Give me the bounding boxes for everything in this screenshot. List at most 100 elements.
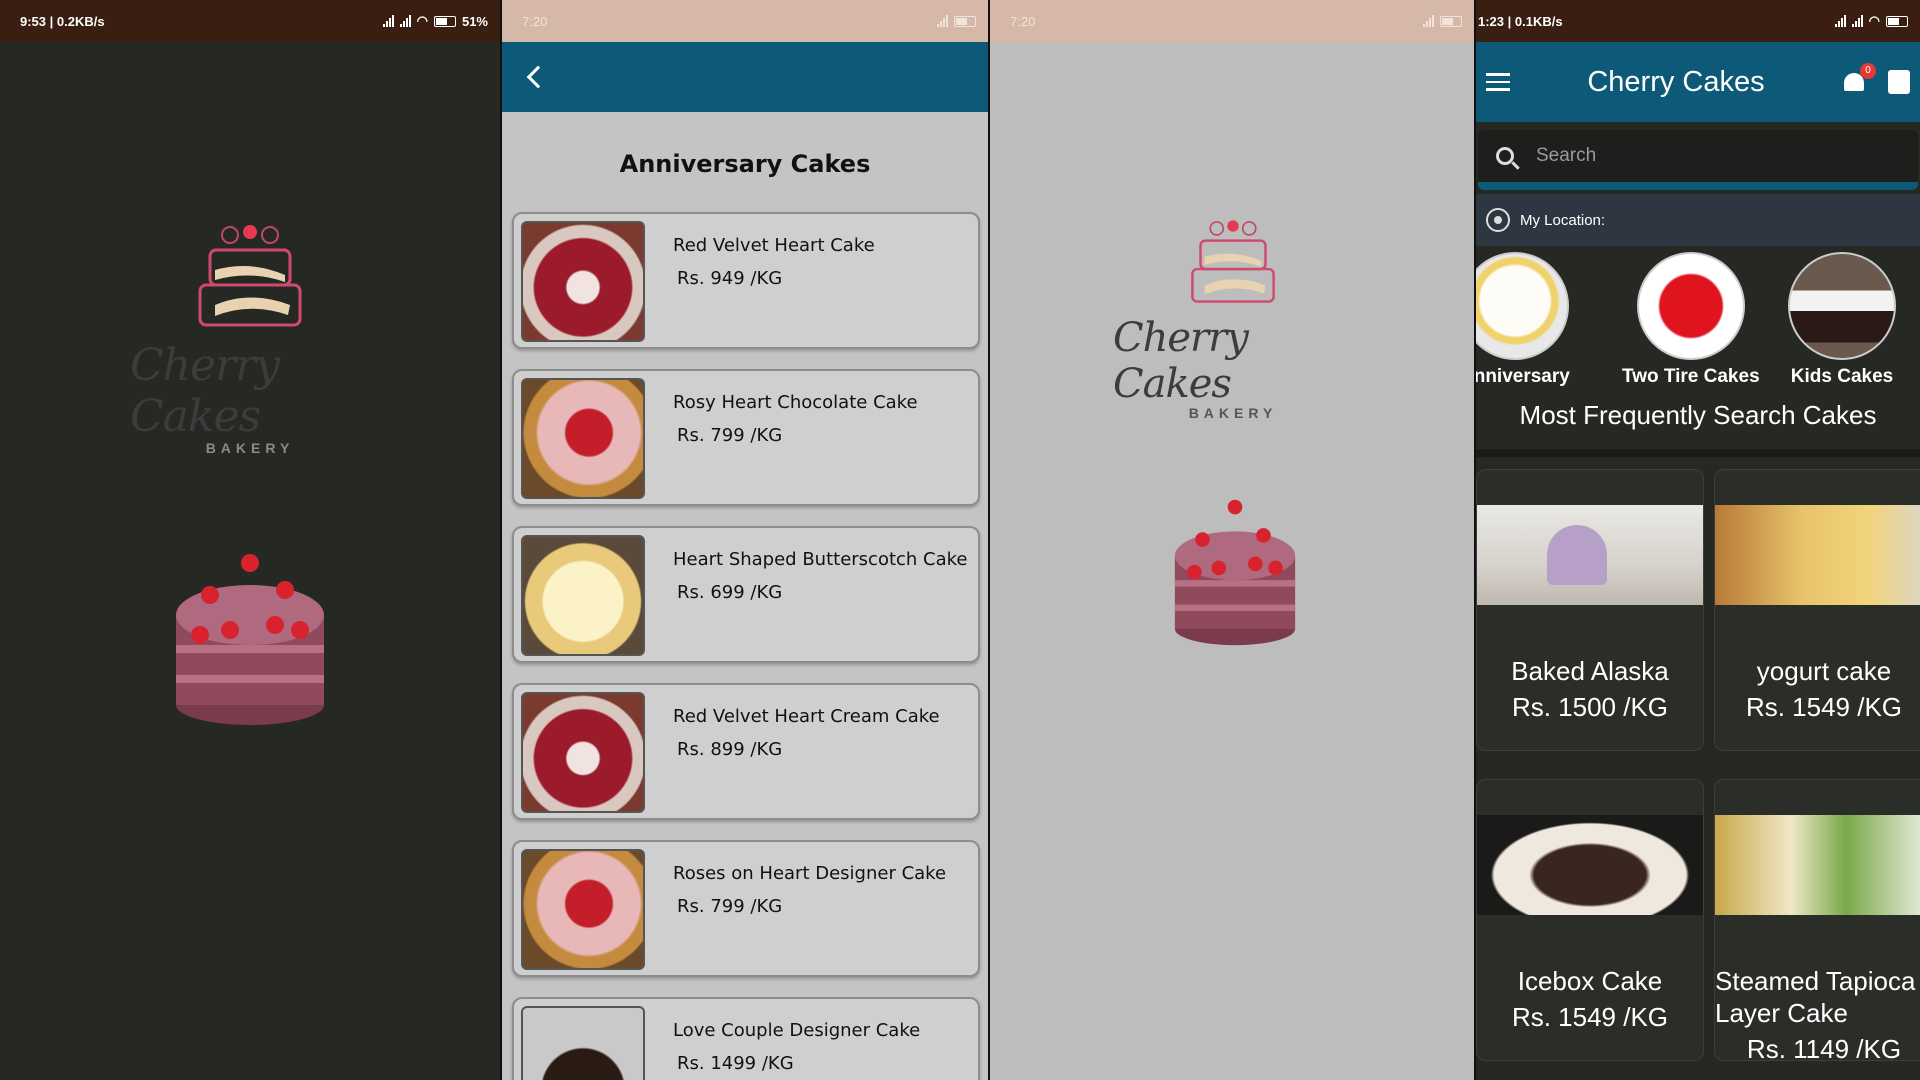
product-image [1715,505,1920,605]
status-time: 9:53 | 0.2KB/s [20,13,105,29]
category-anniversary[interactable]: Anniversary [1474,252,1570,388]
app-bar: Cherry Cakes 0 [1476,42,1920,122]
logo-subtitle: BAKERY [205,440,295,456]
product-card[interactable]: Heart Shaped Butterscotch Cake Rs. 699 /… [512,526,980,663]
product-image [521,1006,645,1080]
signal-icon [1834,15,1846,27]
app-bar [502,42,988,112]
product-list: Red Velvet Heart Cake Rs. 949 /KG Rosy H… [502,212,988,1080]
status-icons: ◠ [1834,13,1908,29]
battery-icon [1440,15,1462,27]
product-price: Rs. 1499 /KG [677,1053,794,1074]
product-card[interactable]: Red Velvet Heart Cake Rs. 949 /KG [512,212,980,349]
product-name: Red Velvet Heart Cream Cake [673,706,940,727]
category-two-tire-cakes[interactable]: Two Tire Cakes [1622,252,1760,388]
product-image [1477,505,1703,605]
status-bar: 9:53 | 0.2KB/s ◠ 51% [0,0,500,42]
search-input[interactable]: Search [1536,145,1596,167]
battery-icon [433,15,456,27]
status-bar: 1:23 | 0.1KB/s ◠ [1476,0,1920,42]
product-price: Rs. 799 /KG [677,425,783,446]
app-logo: Cherry Cakes BAKERY [1113,215,1353,421]
cherry-cake-icon [1174,499,1296,646]
notification-bell-icon[interactable]: 0 [1842,63,1876,95]
product-card[interactable]: Love Couple Designer Cake Rs. 1499 /KG [512,997,980,1080]
product-card[interactable]: Roses on Heart Designer Cake Rs. 799 /KG [512,840,980,977]
product-name: Rosy Heart Chocolate Cake [673,392,918,413]
product-image [1715,815,1920,915]
notification-badge: 0 [1860,63,1876,79]
wifi-icon: ◠ [416,13,428,28]
cart-icon[interactable] [1888,70,1910,94]
search-bar[interactable]: Search [1478,130,1918,190]
status-bar: 7:20 [990,0,1474,42]
signal-icon [399,15,411,27]
category-kids-cakes[interactable]: Kids Cakes [1788,252,1896,388]
product-card[interactable]: Icebox Cake Rs. 1549 /KG [1476,779,1704,1061]
product-name: Steamed Tapioca Layer Cake [1715,966,1916,1028]
battery-level: 51% [461,13,488,29]
status-time: 7:20 [522,13,548,29]
location-bar[interactable]: My Location: [1476,194,1920,246]
status-icons [937,15,976,27]
signal-icon [1423,15,1434,27]
product-price: Rs. 949 /KG [677,268,783,289]
cake-logo-icon [1191,220,1275,303]
app-logo: Cherry Cakes BAKERY [130,220,370,456]
product-name: Roses on Heart Designer Cake [673,863,947,884]
status-time: 1:23 | 0.1KB/s [1478,13,1563,29]
category-image [1788,252,1896,360]
category-label: Two Tire Cakes [1622,366,1760,387]
logo-text: Cherry Cakes [1113,315,1249,407]
product-card[interactable]: Red Velvet Heart Cream Cake Rs. 899 /KG [512,683,980,820]
location-target-icon [1486,208,1510,232]
product-image [521,849,645,970]
product-name: Love Couple Designer Cake [673,1020,921,1041]
section-title: Most Frequently Search Cakes [1476,386,1920,457]
signal-icon [382,15,394,27]
splash-screen-light: 7:20 Cherry Cakes BAKERY [988,0,1474,1080]
product-image [521,535,645,656]
back-arrow-icon[interactable] [526,65,550,89]
product-image [521,692,645,813]
app-title: Cherry Cakes [1587,66,1765,98]
product-price: Rs. 1549 /KG [1745,692,1903,722]
page-title: Anniversary Cakes [619,150,871,178]
product-name: Red Velvet Heart Cake [673,235,875,256]
product-image [1477,815,1703,915]
product-card[interactable]: yogurt cake Rs. 1549 /KG [1714,469,1920,751]
product-price: Rs. 699 /KG [677,582,783,603]
signal-icon [1851,15,1863,27]
cherry-cake-icon [176,554,324,725]
product-image [521,378,645,499]
wifi-icon: ◠ [1868,13,1880,28]
product-card[interactable]: Steamed Tapioca Layer Cake Rs. 1149 /KG [1714,779,1920,1064]
product-image [521,221,645,342]
product-price: Rs. 1500 /KG [1511,692,1669,722]
signal-icon [937,15,948,27]
product-card[interactable]: Baked Alaska Rs. 1500 /KG [1476,469,1704,751]
battery-icon [954,15,976,27]
category-label: Anniversary [1474,366,1570,387]
location-label: My Location: [1520,211,1606,229]
status-icons: ◠ 51% [382,13,488,29]
home-screen: 1:23 | 0.1KB/s ◠ Cherry Cakes 0 Search M… [1474,0,1920,1080]
product-name: yogurt cake [1756,656,1892,686]
logo-text: Cherry Cakes [130,340,280,442]
product-name: Baked Alaska [1511,656,1669,686]
category-image [1476,252,1569,360]
product-card[interactable]: Rosy Heart Chocolate Cake Rs. 799 /KG [512,369,980,506]
product-name: Heart Shaped Butterscotch Cake [673,549,968,570]
product-price: Rs. 1149 /KG [1746,1034,1902,1064]
logo-subtitle: BAKERY [1188,405,1278,421]
product-name: Icebox Cake [1517,966,1663,996]
category-image [1636,252,1745,360]
category-label: Kids Cakes [1790,366,1894,387]
product-list-screen: 7:20 Anniversary Cakes Red Velvet Heart … [500,0,988,1080]
hamburger-menu-icon[interactable] [1486,73,1510,91]
splash-screen-dark: 9:53 | 0.2KB/s ◠ 51% Cherry Cakes BAKERY [0,0,500,1080]
product-price: Rs. 1549 /KG [1511,1002,1669,1032]
status-time: 7:20 [1010,13,1036,29]
cake-logo-icon [198,225,302,327]
search-icon [1496,147,1514,165]
